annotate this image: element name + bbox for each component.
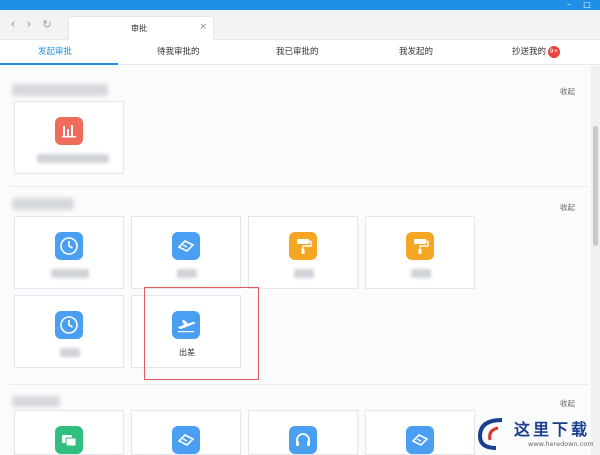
handshake-icon — [406, 426, 434, 454]
section-title-blurred — [12, 198, 74, 210]
scrollbar-thumb[interactable] — [593, 126, 598, 246]
approval-card[interactable] — [14, 295, 124, 368]
tab-cc-to-me[interactable]: 抄送我的 9+ — [512, 45, 561, 58]
card-label-blurred — [37, 154, 109, 163]
card-label-blurred — [411, 269, 431, 278]
tab-initiate-approval[interactable]: 发起审批 — [38, 45, 72, 57]
headset-icon — [289, 426, 317, 454]
browser-tab-strip: ‹ › ↻ 审批 × — [0, 10, 600, 40]
section-title-blurred — [12, 84, 108, 96]
scrollbar[interactable] — [591, 66, 600, 455]
approval-card[interactable] — [14, 101, 124, 174]
approval-card[interactable] — [365, 410, 475, 455]
clock-icon — [55, 311, 83, 339]
paint-roller-icon — [406, 232, 434, 260]
browser-tab-approval[interactable]: 审批 × — [68, 16, 214, 40]
card-label-blurred — [60, 348, 80, 357]
back-button[interactable]: ‹ — [6, 18, 20, 32]
approval-card[interactable] — [14, 410, 124, 455]
watermark-logo: 这里下载 www.heredown.com — [470, 412, 600, 455]
tab-initiated-by-me[interactable]: 我发起的 — [399, 45, 433, 57]
forward-button[interactable]: › — [22, 18, 36, 32]
unread-badge: 9+ — [548, 45, 561, 58]
card-label-blurred — [177, 269, 197, 278]
active-tab-indicator — [0, 63, 118, 65]
collapse-button[interactable]: 收起 — [560, 398, 575, 409]
watermark-swirl-icon — [477, 418, 503, 450]
section-divider — [10, 186, 588, 187]
approval-tabs: 发起审批 待我审批的 我已审批的 我发起的 抄送我的 9+ — [0, 40, 600, 65]
watermark-url: www.heredown.com — [528, 440, 594, 448]
collapse-button[interactable]: 收起 — [560, 86, 575, 97]
bar-chart-icon — [55, 117, 83, 145]
approval-card[interactable] — [365, 216, 475, 289]
browser-tab-title: 审批 — [131, 24, 147, 33]
paint-roller-icon — [289, 232, 317, 260]
approval-card[interactable] — [248, 410, 358, 455]
clock-icon — [55, 232, 83, 260]
card-label-blurred — [294, 269, 314, 278]
approval-card[interactable] — [14, 216, 124, 289]
tab-cc-label: 抄送我的 — [512, 47, 547, 57]
chat-icon — [55, 426, 83, 454]
tab-pending-my-approval[interactable]: 待我审批的 — [157, 45, 200, 57]
collapse-button[interactable]: 收起 — [560, 202, 575, 213]
handshake-icon — [172, 232, 200, 260]
maximize-button[interactable]: □ — [582, 0, 592, 10]
highlight-box — [144, 287, 259, 380]
approval-card[interactable] — [131, 410, 241, 455]
card-label-blurred — [51, 269, 89, 278]
close-icon[interactable]: × — [199, 22, 207, 32]
section-title-blurred — [12, 396, 60, 407]
section-divider — [10, 384, 588, 385]
minimize-button[interactable]: – — [564, 0, 574, 10]
tab-approved-by-me[interactable]: 我已审批的 — [276, 45, 319, 57]
watermark-text: 这里下载 — [514, 420, 591, 439]
window-titlebar: – □ — [0, 0, 600, 10]
handshake-icon — [172, 426, 200, 454]
approval-card[interactable] — [248, 216, 358, 289]
reload-icon[interactable]: ↻ — [40, 18, 54, 32]
approval-card[interactable] — [131, 216, 241, 289]
